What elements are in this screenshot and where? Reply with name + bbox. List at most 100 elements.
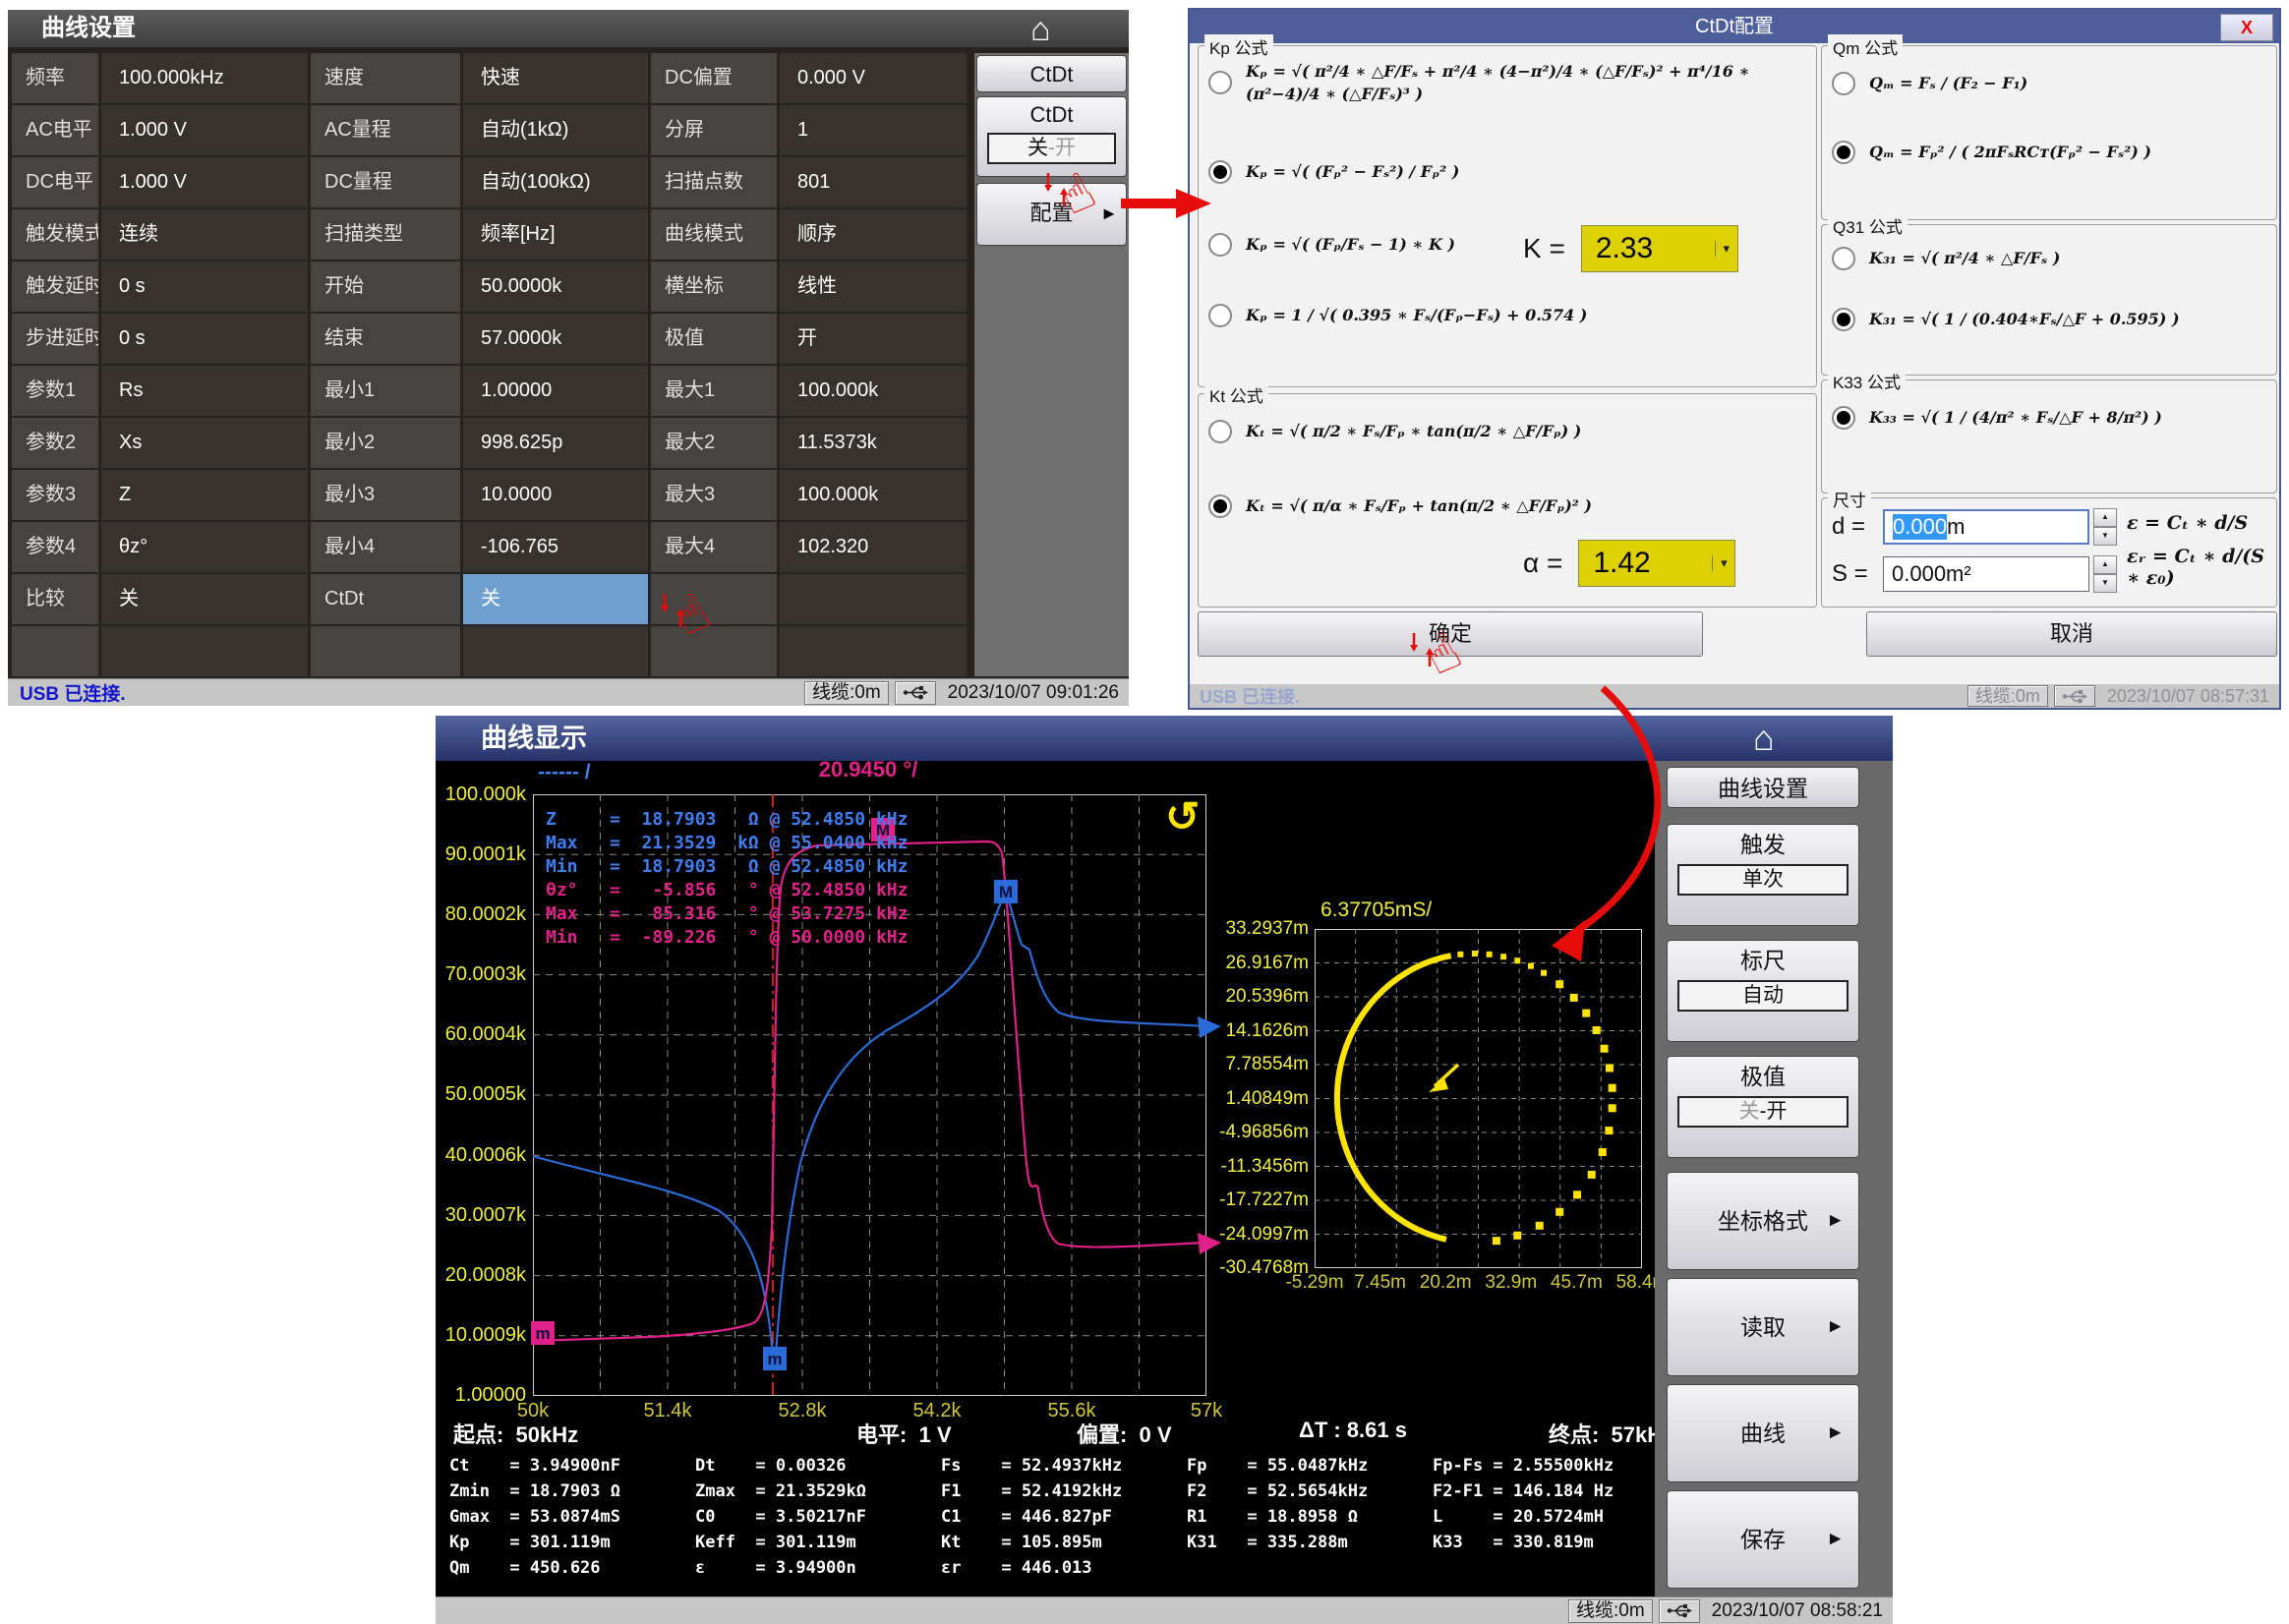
dropdown-arrow-icon[interactable]: ▾ — [1712, 555, 1734, 571]
setting-value[interactable]: 100.000kHz — [101, 53, 308, 103]
setting-value[interactable]: 102.320 — [780, 522, 967, 572]
setting-value[interactable]: 1 — [780, 105, 967, 155]
sweep-dt: ΔT : 8.61 s — [1299, 1418, 1407, 1443]
setting-label: 最大1 — [651, 366, 777, 416]
s-spinner[interactable]: ▲▼ — [2093, 555, 2117, 593]
setting-value[interactable]: θz° — [101, 522, 308, 572]
radio-button[interactable] — [1208, 420, 1232, 443]
menu-header[interactable]: 曲线设置 — [1667, 767, 1859, 808]
result-cell: Gmax = 53.0874mS — [449, 1504, 695, 1530]
setting-value[interactable]: 100.000k — [780, 366, 967, 416]
alpha-value-select[interactable]: 1.42 ▾ — [1578, 540, 1735, 587]
setting-value[interactable]: 0.000 V — [780, 53, 967, 103]
setting-value[interactable]: 57.0000k — [463, 314, 648, 364]
setting-value[interactable]: 10.0000 — [463, 470, 648, 520]
close-icon[interactable]: X — [2220, 14, 2273, 41]
k33-formula-group: K33 公式 K₃₃ = √( 1 / (4/π² ∗ Fₛ/△F + 8/π²… — [1821, 379, 2277, 493]
radio-button[interactable] — [1208, 304, 1232, 327]
svg-text:M: M — [999, 883, 1013, 901]
d-input[interactable]: 0.000m — [1883, 509, 2089, 545]
ruler-button[interactable]: 标尺 自动 — [1667, 940, 1859, 1042]
result-cell: Zmax = 21.3529kΩ — [695, 1479, 941, 1504]
setting-label: 扫描点数 — [651, 157, 777, 207]
s-input[interactable]: 0.000m² — [1883, 556, 2089, 592]
setting-value[interactable] — [780, 626, 967, 676]
setting-value[interactable]: 11.5373k — [780, 418, 967, 468]
result-cell: ε = 3.94900n — [695, 1555, 941, 1581]
setting-value[interactable]: 1.000 V — [101, 157, 308, 207]
ctdt-toggle-button[interactable]: CtDt 关-开 — [976, 96, 1127, 177]
cable-length-box: 线缆:0m — [1568, 1599, 1653, 1623]
extremes-off-on-box: 关-开 — [1677, 1096, 1849, 1128]
k-value-select[interactable]: 2.33 ▾ — [1581, 225, 1738, 272]
radio-button[interactable] — [1208, 233, 1232, 257]
radio-button[interactable] — [1832, 72, 1855, 95]
dimensions-group: 尺寸 d = 0.000m ▲▼ S = 0.000m² ▲▼ ε = Cₜ ∗… — [1821, 497, 2277, 608]
setting-value[interactable]: 自动(100kΩ) — [463, 157, 648, 207]
svg-text:m: m — [535, 1324, 550, 1343]
radio-button[interactable] — [1832, 247, 1855, 270]
result-cell — [1187, 1555, 1433, 1581]
radio-button[interactable] — [1208, 160, 1232, 184]
setting-value[interactable] — [780, 574, 967, 624]
result-cell: F1 = 52.4192kHz — [941, 1479, 1187, 1504]
setting-value[interactable]: 自动(1kΩ) — [463, 105, 648, 155]
kp-formula-group: Kp 公式 Kₚ = √( π²/4 ∗ △F/Fₛ + π²/4 ∗ (4−π… — [1198, 45, 1817, 387]
menu-nav-button[interactable]: 读取 ► — [1667, 1278, 1859, 1376]
setting-label: 比较 — [12, 574, 98, 624]
spin-up-icon: ▲ — [2093, 508, 2117, 527]
setting-value[interactable]: 连续 — [101, 209, 308, 260]
setting-value[interactable] — [101, 626, 308, 676]
setting-value[interactable]: Z — [101, 470, 308, 520]
setting-value[interactable]: 关 — [101, 574, 308, 624]
setting-value[interactable] — [463, 626, 648, 676]
setting-value[interactable]: 0 s — [101, 314, 308, 364]
setting-value[interactable]: 频率[Hz] — [463, 209, 648, 260]
trigger-button[interactable]: 触发 单次 — [1667, 824, 1859, 926]
sweep-info-row: 起点: 50kHz 电平: 1 V 偏置: 0 V ΔT : 8.61 s 终点… — [436, 1418, 1674, 1451]
q31-formula-option: K₃₁ = √( π²/4 ∗ △F/Fₛ ) — [1832, 247, 2233, 270]
refresh-icon[interactable]: ↺ — [1165, 792, 1200, 841]
setting-value[interactable]: 801 — [780, 157, 967, 207]
setting-value[interactable]: Xs — [101, 418, 308, 468]
setting-value[interactable]: 线性 — [780, 261, 967, 312]
q31-formula-group: Q31 公式 K₃₁ = √( π²/4 ∗ △F/Fₛ ) K₃₁ = √( … — [1821, 224, 2277, 376]
setting-value[interactable]: 100.000k — [780, 470, 967, 520]
radio-button[interactable] — [1832, 406, 1855, 430]
radio-button[interactable] — [1832, 141, 1855, 164]
setting-label: 最小3 — [311, 470, 460, 520]
extremes-button[interactable]: 极值 关-开 — [1667, 1056, 1859, 1158]
setting-value[interactable]: 998.625p — [463, 418, 648, 468]
setting-value[interactable]: -106.765 — [463, 522, 648, 572]
menu-nav-button[interactable]: 坐标格式 ► — [1667, 1172, 1859, 1270]
qm-formula-option: Qₘ = Fₚ² / ( 2πFₛRCᴛ(Fₚ² − Fₛ²) ) — [1832, 141, 2233, 164]
menu-nav-button[interactable]: 保存 ► — [1667, 1490, 1859, 1589]
ctdt-config-button[interactable]: 配置 ► — [976, 183, 1127, 246]
setting-value[interactable]: 顺序 — [780, 209, 967, 260]
setting-value[interactable]: 1.00000 — [463, 366, 648, 416]
ok-button[interactable]: 确定 — [1198, 611, 1703, 657]
kt-formula-group: Kt 公式 Kₜ = √( π/2 ∗ Fₛ/Fₚ ∗ tan(π/2 ∗ △F… — [1198, 393, 1817, 608]
menu-nav-button[interactable]: 曲线 ► — [1667, 1384, 1859, 1482]
setting-label: 横坐标 — [651, 261, 777, 312]
setting-value[interactable]: 0 s — [101, 261, 308, 312]
dropdown-arrow-icon[interactable]: ▾ — [1715, 241, 1737, 257]
setting-label: 分屏 — [651, 105, 777, 155]
setting-value[interactable]: 1.000 V — [101, 105, 308, 155]
ctdt-sidebar: CtDt CtDt 关-开 配置 ► — [974, 53, 1129, 676]
radio-button[interactable] — [1208, 71, 1232, 94]
home-icon[interactable]: ⌂ — [1030, 10, 1051, 49]
setting-value[interactable]: 开 — [780, 314, 967, 364]
d-spinner[interactable]: ▲▼ — [2093, 508, 2117, 546]
radio-button[interactable] — [1832, 308, 1855, 331]
setting-value[interactable]: 关 — [463, 574, 648, 624]
home-icon[interactable]: ⌂ — [1753, 718, 1775, 759]
radio-button[interactable] — [1208, 494, 1232, 518]
admittance-circle-plot[interactable] — [1315, 929, 1642, 1268]
setting-value[interactable]: 快速 — [463, 53, 648, 103]
results-table: Ct = 3.94900nF Dt = 0.00326 Fs = 52.4937… — [449, 1453, 1678, 1581]
setting-value[interactable]: 50.0000k — [463, 261, 648, 312]
cancel-button[interactable]: 取消 — [1866, 611, 2277, 657]
setting-value[interactable]: Rs — [101, 366, 308, 416]
ctdt-toggle-title: CtDt — [977, 97, 1126, 133]
